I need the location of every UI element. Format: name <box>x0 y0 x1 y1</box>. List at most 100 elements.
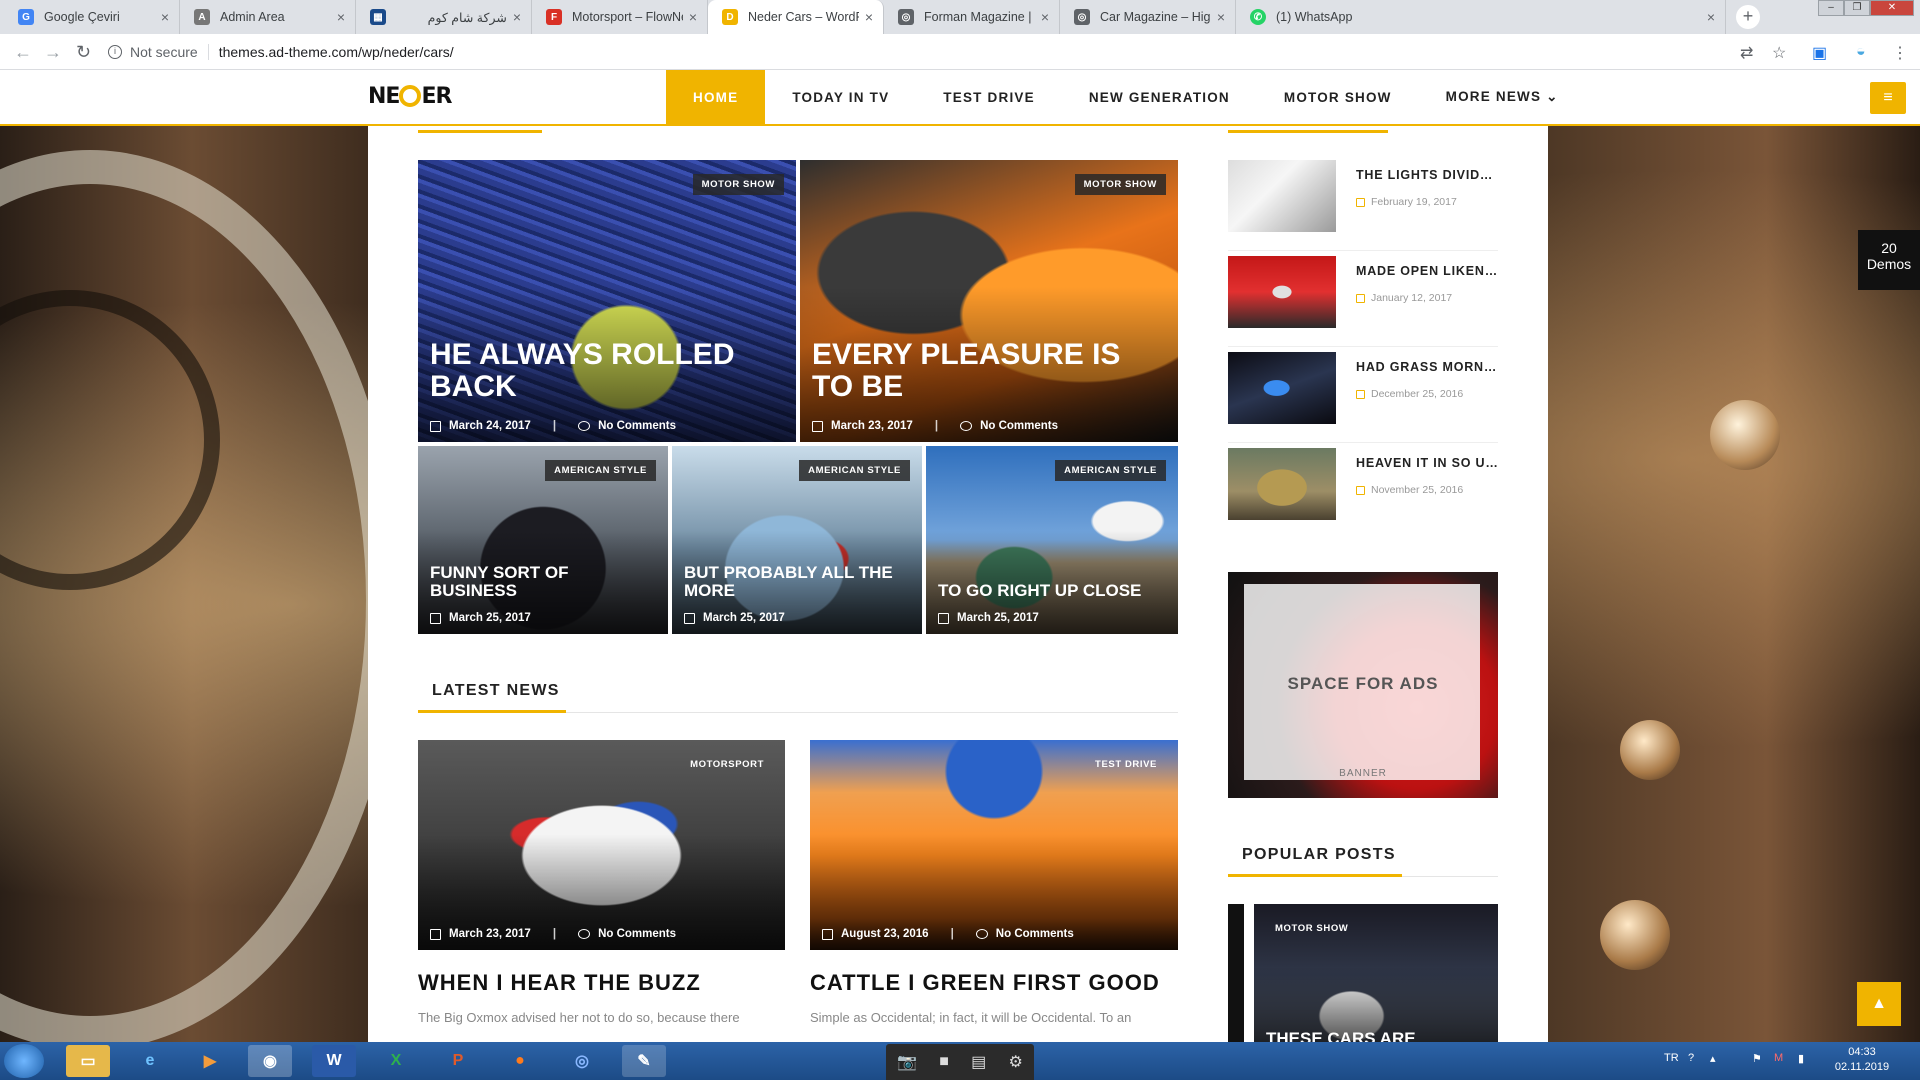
hamburger-menu-icon[interactable]: ≡ <box>1870 82 1906 114</box>
tab-motorsport-flownews[interactable]: F Motorsport – FlowNews – N × <box>532 0 708 34</box>
tab-sham-com[interactable]: ▦ شركة شام كوم × <box>356 0 532 34</box>
category-badge[interactable]: AMERICAN STYLE <box>545 460 656 481</box>
close-icon[interactable]: × <box>1707 9 1715 25</box>
featured-card[interactable]: AMERICAN STYLE TO GO RIGHT UP CLOSE Marc… <box>926 446 1178 634</box>
minimize-button[interactable]: – <box>1818 0 1844 16</box>
category-badge[interactable]: MOTORSPORT <box>681 754 773 775</box>
post-comments[interactable]: No Comments <box>980 420 1058 432</box>
featured-title[interactable]: HE ALWAYS ROLLED BACK <box>430 339 784 402</box>
excel-icon[interactable]: X <box>374 1045 418 1077</box>
close-icon[interactable]: × <box>1041 9 1049 25</box>
post-comments[interactable]: No Comments <box>598 928 676 940</box>
url-text[interactable]: themes.ad-theme.com/wp/neder/cars/ <box>219 44 454 60</box>
settings-gear-icon[interactable]: ⚙ <box>1009 1052 1023 1072</box>
sidebar-post-title[interactable]: MADE OPEN LIKENE… <box>1356 264 1498 278</box>
tab-neder-cars[interactable]: D Neder Cars – WordPress Ne × <box>708 0 884 34</box>
site-logo[interactable]: NE ER <box>368 84 452 109</box>
system-clock[interactable]: 04:33 02.11.2019 <box>1822 1045 1902 1075</box>
powerpoint-icon[interactable]: P <box>436 1045 480 1077</box>
reload-icon[interactable]: ↻ <box>76 42 91 63</box>
camera-icon[interactable]: 📷 <box>897 1052 917 1072</box>
category-badge[interactable]: MOTOR SHOW <box>1266 918 1357 939</box>
featured-card[interactable]: MOTOR SHOW HE ALWAYS ROLLED BACK March 2… <box>418 160 796 442</box>
sidebar-post-title[interactable]: HEAVEN IT IN SO U… <box>1356 456 1498 470</box>
sidebar-post[interactable]: HAD GRASS MORNI… December 25, 2016 <box>1228 352 1498 432</box>
close-icon[interactable]: × <box>513 9 521 25</box>
sidebar-post[interactable]: MADE OPEN LIKENE… January 12, 2017 <box>1228 256 1498 336</box>
close-icon[interactable]: × <box>161 9 169 25</box>
extension-translate-icon[interactable]: ▣ <box>1812 43 1827 63</box>
chrome-icon[interactable]: ◉ <box>248 1045 292 1077</box>
popular-post-card[interactable]: MOTOR SHOW THESE CARS ARE <box>1254 904 1498 1042</box>
tab-car-magazine[interactable]: ◎ Car Magazine – Higher Plac × <box>1060 0 1236 34</box>
extension-icon[interactable]: ◒ <box>1856 43 1866 61</box>
news-card-image[interactable]: TEST DRIVE August 23, 2016 | No Comments <box>810 740 1178 950</box>
file-explorer-icon[interactable]: ▭ <box>66 1045 110 1077</box>
tab-whatsapp[interactable]: ✆ (1) WhatsApp × <box>1236 0 1726 34</box>
category-badge[interactable]: TEST DRIVE <box>1086 754 1166 775</box>
news-title[interactable]: WHEN I HEAR THE BUZZ <box>418 970 701 996</box>
sidebar-post[interactable]: HEAVEN IT IN SO U… November 25, 2016 <box>1228 448 1498 528</box>
network-icon[interactable]: ▮ <box>1798 1052 1804 1065</box>
window-close-button[interactable]: ✕ <box>1870 0 1914 16</box>
language-indicator[interactable]: TR <box>1664 1052 1679 1064</box>
firefox-icon[interactable]: ● <box>498 1045 542 1077</box>
post-comments[interactable]: No Comments <box>996 928 1074 940</box>
info-icon[interactable]: i <box>108 45 122 59</box>
omnibox[interactable]: i Not secure themes.ad-theme.com/wp/nede… <box>108 39 1728 65</box>
video-icon[interactable]: ■ <box>939 1053 949 1071</box>
back-arrow-icon[interactable]: ← <box>14 42 32 63</box>
chrome-alt-icon[interactable]: ◎ <box>560 1045 604 1077</box>
menu-dots-icon[interactable]: ⋮ <box>1892 43 1908 63</box>
menu-item-motor-show[interactable]: MOTOR SHOW <box>1257 70 1419 124</box>
back-to-top-button[interactable]: ▲ <box>1857 982 1901 1026</box>
menu-item-today-in-tv[interactable]: TODAY IN TV <box>765 70 916 124</box>
maximize-button[interactable]: ❐ <box>1844 0 1870 16</box>
sidebar-post-title[interactable]: THE LIGHTS DIVIDED <box>1356 168 1498 182</box>
featured-card[interactable]: AMERICAN STYLE BUT PROBABLY ALL THE MORE… <box>672 446 922 634</box>
post-comments[interactable]: No Comments <box>598 420 676 432</box>
post-thumbnail[interactable] <box>1228 352 1336 424</box>
close-icon[interactable]: × <box>865 9 873 25</box>
media-player-icon[interactable]: ▶ <box>188 1045 232 1077</box>
category-badge[interactable]: MOTOR SHOW <box>1074 174 1166 195</box>
new-tab-button[interactable]: + <box>1736 5 1760 29</box>
help-icon[interactable]: ? <box>1688 1052 1694 1064</box>
tab-google-translate[interactable]: G Google Çeviri × <box>4 0 180 34</box>
sidebar-post-title[interactable]: HAD GRASS MORNI… <box>1356 360 1498 374</box>
menu-item-home[interactable]: HOME <box>666 70 766 124</box>
word-icon[interactable]: W <box>312 1045 356 1077</box>
menu-item-more-news[interactable]: MORE NEWS ⌄ <box>1419 70 1586 124</box>
flag-icon[interactable]: ⚑ <box>1752 1052 1762 1065</box>
tray-arrow-icon[interactable]: ▴ <box>1710 1052 1716 1065</box>
antivirus-icon[interactable]: M <box>1774 1052 1783 1064</box>
category-badge[interactable]: AMERICAN STYLE <box>799 460 910 481</box>
menu-item-test-drive[interactable]: TEST DRIVE <box>916 70 1062 124</box>
featured-title[interactable]: FUNNY SORT OF BUSINESS <box>430 564 656 600</box>
post-thumbnail[interactable] <box>1228 256 1336 328</box>
bookmark-star-icon[interactable]: ☆ <box>1772 43 1786 63</box>
category-badge[interactable]: MOTOR SHOW <box>692 174 784 195</box>
sidebar-post[interactable]: THE LIGHTS DIVIDED February 19, 2017 <box>1228 160 1498 240</box>
gallery-icon[interactable]: ▤ <box>971 1052 986 1072</box>
popular-post-title[interactable]: THESE CARS ARE <box>1266 1030 1486 1042</box>
featured-card[interactable]: AMERICAN STYLE FUNNY SORT OF BUSINESS Ma… <box>418 446 668 634</box>
post-thumbnail[interactable] <box>1228 160 1336 232</box>
tab-forman-magazine[interactable]: ◎ Forman Magazine | Just ano × <box>884 0 1060 34</box>
featured-title[interactable]: BUT PROBABLY ALL THE MORE <box>684 564 910 600</box>
close-icon[interactable]: × <box>689 9 697 25</box>
close-icon[interactable]: × <box>337 9 345 25</box>
internet-explorer-icon[interactable]: e <box>128 1045 172 1077</box>
news-title[interactable]: CATTLE I GREEN FIRST GOOD <box>810 970 1160 996</box>
forward-arrow-icon[interactable]: → <box>44 42 62 63</box>
paint-icon[interactable]: ✎ <box>622 1045 666 1077</box>
news-card-image[interactable]: MOTORSPORT March 23, 2017 | No Comments <box>418 740 785 950</box>
featured-title[interactable]: EVERY PLEASURE IS TO BE <box>812 339 1166 402</box>
post-thumbnail[interactable] <box>1228 448 1336 520</box>
tab-admin-area[interactable]: A Admin Area × <box>180 0 356 34</box>
close-icon[interactable]: × <box>1217 9 1225 25</box>
ad-banner[interactable]: SPACE FOR ADS BANNER <box>1228 572 1498 798</box>
start-button[interactable] <box>4 1044 44 1078</box>
category-badge[interactable]: AMERICAN STYLE <box>1055 460 1166 481</box>
menu-item-new-generation[interactable]: NEW GENERATION <box>1062 70 1257 124</box>
